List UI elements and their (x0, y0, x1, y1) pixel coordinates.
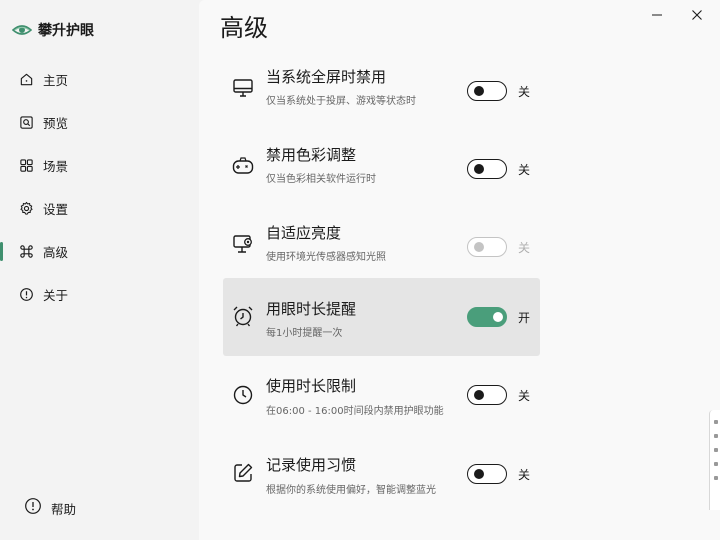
setting-usage-time-limit: 使用时长限制 在06:00 - 16:00时间段内禁用护眼功能 关 (223, 365, 540, 443)
toggle-knob (474, 242, 484, 252)
edit-icon (234, 463, 253, 482)
setting-desc: 根据你的系统使用偏好，智能调整蓝光 (266, 485, 436, 496)
toggle-state-label: 关 (518, 389, 531, 403)
setting-record-usage-habits: 记录使用习惯 根据你的系统使用偏好，智能调整蓝光 关 (223, 444, 540, 522)
app-name: 攀升护眼 (38, 23, 94, 39)
toggle-state-label: 关 (518, 85, 531, 99)
sidebar-item-label: 关于 (43, 288, 69, 303)
setting-title: 自适应亮度 (266, 224, 342, 242)
toggle-state-label: 关 (518, 468, 531, 482)
toggle-state-label: 开 (518, 311, 531, 325)
minimize-button[interactable] (647, 5, 667, 25)
setting-desc: 每1小时提醒一次 (266, 328, 343, 339)
setting-title: 用眼时长提醒 (266, 300, 357, 318)
home-icon (18, 72, 34, 88)
sidebar-item-label: 场景 (43, 159, 69, 174)
sidebar-item-about[interactable]: 关于 (0, 273, 199, 316)
setting-eye-time-reminder: 用眼时长提醒 每1小时提醒一次 开 (223, 278, 540, 356)
sidebar-item-advanced[interactable]: 高级 (0, 230, 199, 273)
preview-icon (18, 115, 34, 131)
sidebar-item-label: 设置 (43, 202, 69, 217)
page-title: 高级 (220, 14, 268, 42)
minimize-icon (652, 14, 662, 16)
gamepad-icon (232, 157, 254, 174)
setting-toggle[interactable] (467, 464, 507, 484)
sidebar-item-settings[interactable]: 设置 (0, 187, 199, 230)
sidebar-item-label: 预览 (43, 116, 69, 131)
sidebar: 攀升护眼 主页 预览 场景 设置 高级 关于 帮助 (0, 0, 199, 540)
setting-desc: 使用环境光传感器感知光照 (266, 252, 386, 263)
main-panel: 高级 当系统全屏时禁用 仅当系统处于投屏、游戏等状态时 关 禁用色彩调整 仅当色… (199, 0, 720, 540)
toggle-knob (474, 164, 484, 174)
brightness-monitor-icon (233, 235, 252, 253)
help-button[interactable]: 帮助 (24, 497, 76, 519)
close-icon (692, 10, 702, 20)
sidebar-item-scenes[interactable]: 场景 (0, 144, 199, 187)
help-label: 帮助 (51, 501, 77, 517)
sidebar-item-preview[interactable]: 预览 (0, 101, 199, 144)
setting-toggle (467, 237, 507, 257)
setting-desc: 仅当色彩相关软件运行时 (266, 174, 376, 185)
close-button[interactable] (687, 5, 707, 25)
toggle-knob (474, 86, 484, 96)
setting-desc: 在06:00 - 16:00时间段内禁用护眼功能 (266, 406, 444, 417)
app-brand: 攀升护眼 (12, 20, 94, 40)
setting-toggle[interactable] (467, 159, 507, 179)
info-icon (18, 287, 34, 303)
setting-desc: 仅当系统处于投屏、游戏等状态时 (266, 96, 416, 107)
toggle-state-label: 关 (518, 163, 531, 177)
help-icon (24, 497, 42, 519)
setting-toggle[interactable] (467, 385, 507, 405)
toggle-state-label: 关 (518, 241, 531, 255)
command-icon (18, 244, 34, 260)
sidebar-nav: 主页 预览 场景 设置 高级 关于 (0, 58, 199, 316)
toggle-knob (493, 312, 503, 322)
setting-disable-color-adjust: 禁用色彩调整 仅当色彩相关软件运行时 关 (223, 130, 540, 208)
clock-icon (233, 385, 253, 405)
toggle-knob (474, 390, 484, 400)
setting-toggle[interactable] (467, 307, 507, 327)
background-window-edge (709, 410, 720, 510)
setting-fullscreen-disable: 当系统全屏时禁用 仅当系统处于投屏、游戏等状态时 关 (223, 52, 540, 130)
setting-title: 使用时长限制 (266, 377, 357, 395)
sidebar-item-home[interactable]: 主页 (0, 58, 199, 101)
setting-title: 禁用色彩调整 (266, 146, 357, 164)
sidebar-item-label: 高级 (43, 245, 69, 260)
sidebar-item-label: 主页 (43, 73, 69, 88)
eye-logo-icon (12, 25, 32, 35)
alarm-clock-icon (233, 306, 253, 327)
setting-title: 当系统全屏时禁用 (266, 68, 387, 86)
setting-adaptive-brightness: 自适应亮度 使用环境光传感器感知光照 关 (223, 208, 540, 286)
setting-toggle[interactable] (467, 81, 507, 101)
toggle-knob (474, 469, 484, 479)
setting-title: 记录使用习惯 (266, 456, 357, 474)
gear-icon (18, 201, 34, 217)
monitor-icon (233, 79, 253, 97)
grid-icon (18, 158, 34, 174)
